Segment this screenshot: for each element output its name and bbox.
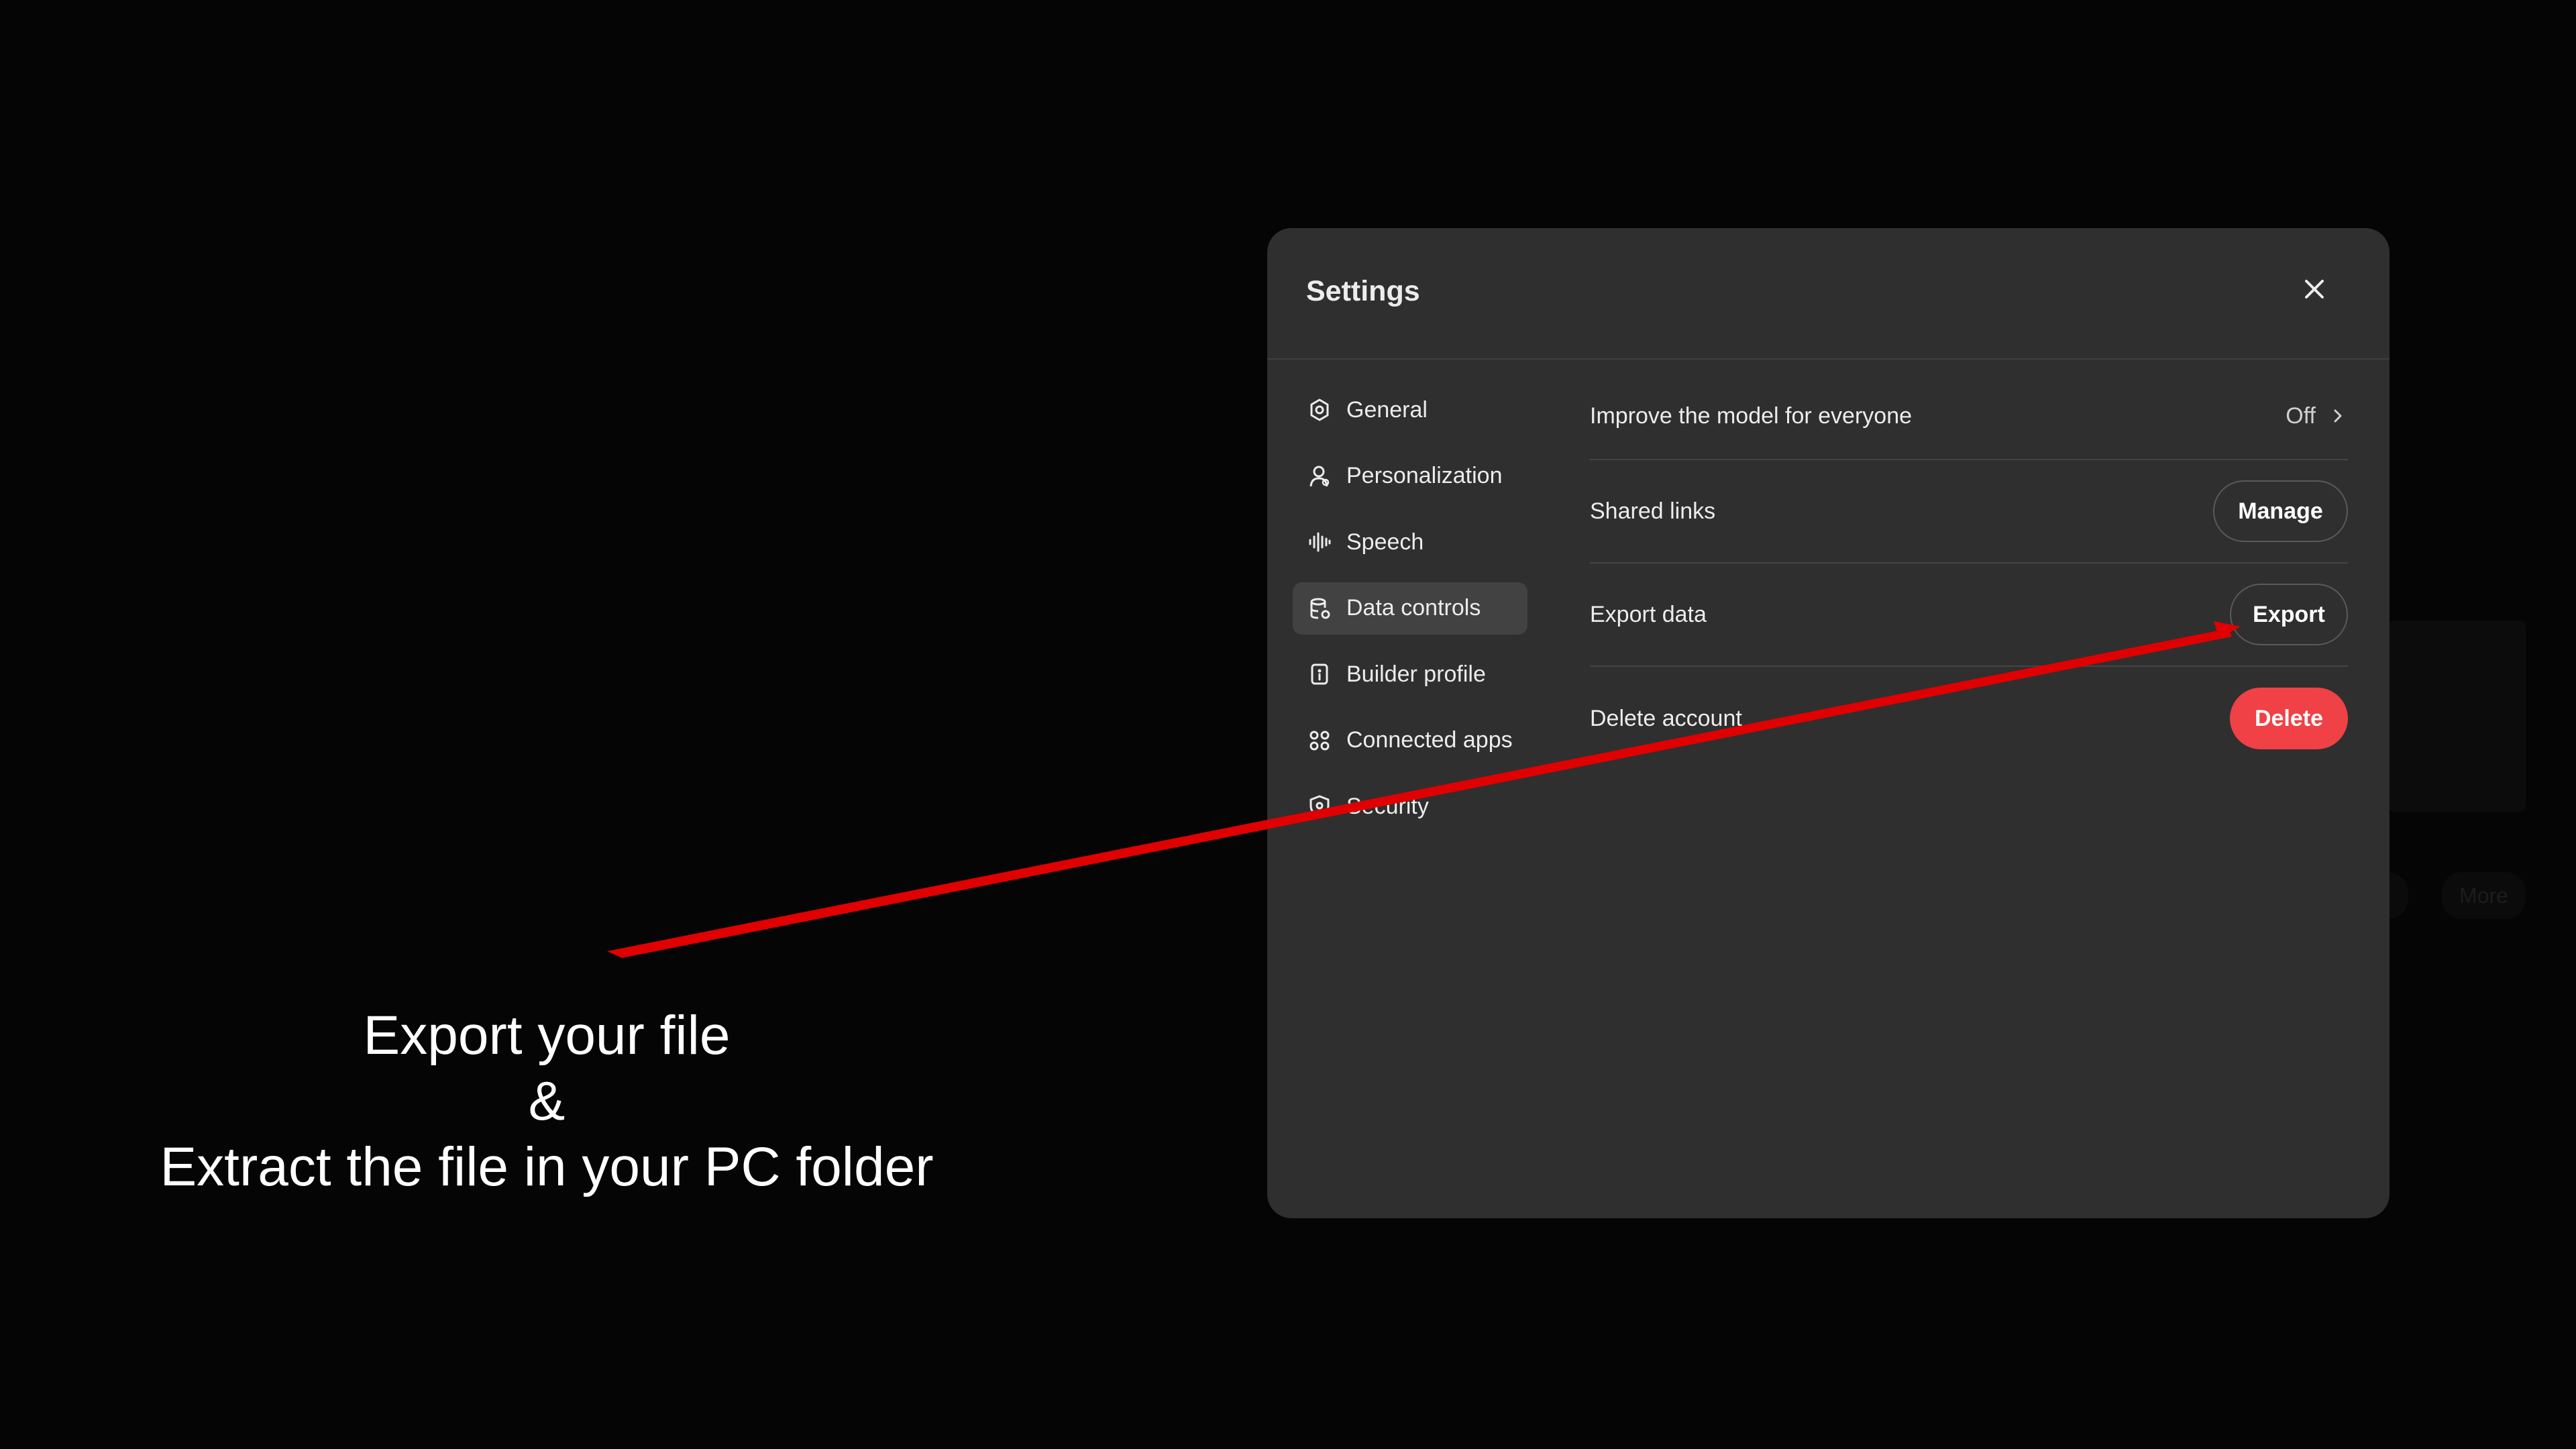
database-icon: [1306, 595, 1333, 622]
background-more-label: More: [2459, 883, 2508, 908]
settings-modal: Settings General Personalization Speech: [1267, 228, 2390, 1218]
waveform-icon: [1306, 529, 1333, 555]
improve-model-label: Improve the model for everyone: [1590, 402, 1913, 429]
sidebar-item-label: Speech: [1346, 529, 1424, 555]
sidebar-item-label: Personalization: [1346, 463, 1503, 488]
sidebar-item-builder-profile[interactable]: Builder profile: [1293, 648, 1527, 700]
sidebar-item-label: Connected apps: [1346, 727, 1513, 753]
export-button[interactable]: Export: [2230, 584, 2348, 645]
background-card: [2388, 621, 2526, 812]
sidebar-item-connected-apps[interactable]: Connected apps: [1293, 714, 1527, 767]
manage-button[interactable]: Manage: [2213, 480, 2348, 542]
gear-icon: [1306, 396, 1333, 423]
sidebar-item-label: Data controls: [1346, 595, 1481, 621]
improve-model-value: Off: [2286, 402, 2316, 429]
caption-line-3: Extract the file in your PC folder: [160, 1136, 934, 1197]
apps-grid-icon: [1306, 727, 1333, 754]
delete-button[interactable]: Delete: [2230, 688, 2348, 749]
delete-account-row: Delete account Delete: [1590, 667, 2348, 770]
export-data-label: Export data: [1590, 601, 1707, 627]
sidebar-item-data-controls[interactable]: Data controls: [1293, 582, 1527, 635]
id-badge-icon: [1306, 661, 1333, 688]
sidebar-item-label: General: [1346, 396, 1428, 423]
shared-links-row: Shared links Manage: [1590, 460, 2348, 564]
sidebar-item-security[interactable]: Security: [1293, 780, 1527, 833]
improve-model-toggle[interactable]: Off: [2286, 403, 2348, 429]
export-data-row: Export data Export: [1590, 564, 2348, 667]
shield-icon: [1306, 793, 1333, 820]
settings-sidebar: General Personalization Speech Data cont…: [1293, 384, 1527, 847]
annotation-caption: Export your file & Extract the file in y…: [134, 1003, 959, 1200]
chevron-right-icon: [2334, 409, 2342, 423]
caption-line-1: Export your file: [363, 1005, 731, 1066]
modal-header: Settings: [1267, 228, 2390, 360]
modal-title: Settings: [1306, 275, 1420, 307]
caption-line-2: &: [528, 1071, 566, 1132]
shared-links-label: Shared links: [1590, 498, 1716, 524]
sidebar-item-label: Builder profile: [1346, 661, 1486, 687]
improve-model-row: Improve the model for everyone Off: [1590, 373, 2348, 460]
delete-account-label: Delete account: [1590, 705, 1742, 731]
background-more-button: More: [2442, 872, 2526, 919]
data-controls-panel: Improve the model for everyone Off Share…: [1590, 373, 2348, 770]
sidebar-item-speech[interactable]: Speech: [1293, 516, 1527, 568]
sidebar-item-general[interactable]: General: [1293, 384, 1527, 436]
person-icon: [1306, 463, 1333, 490]
sidebar-item-label: Security: [1346, 793, 1429, 819]
close-icon: [2305, 280, 2324, 299]
close-button[interactable]: [2291, 266, 2338, 313]
sidebar-item-personalization[interactable]: Personalization: [1293, 450, 1527, 502]
